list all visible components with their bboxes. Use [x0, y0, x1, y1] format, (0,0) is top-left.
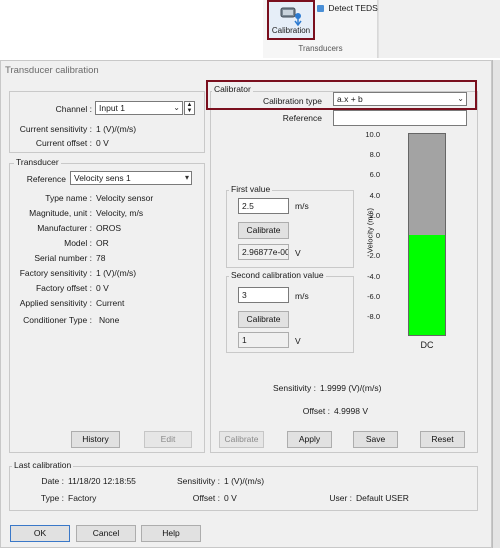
gauge-caption: DC — [420, 340, 434, 350]
current-offset-label: Current offset : — [35, 138, 92, 148]
last-calibration-group — [9, 466, 478, 511]
window-edge — [492, 60, 500, 548]
gauge-tick-label: -8.0 — [367, 312, 380, 321]
last-offset-label: Offset : — [192, 493, 220, 503]
factory-sensitivity-value: 1 (V)/(m/s) — [96, 268, 137, 278]
gauge-tick-label: 8.0 — [369, 150, 380, 159]
calibration-ribbon-label: Calibration — [271, 26, 311, 35]
manufacturer-value: OROS — [96, 223, 122, 233]
second-value-input[interactable]: 3 — [238, 287, 289, 303]
last-date-value: 11/18/20 12:18:55 — [68, 476, 136, 486]
conditioner-type-value: None — [99, 315, 120, 325]
conditioner-type-label: Conditioner Type : — [23, 315, 92, 325]
second-result-value: 1 — [238, 332, 289, 348]
second-result-unit: V — [295, 336, 301, 346]
first-value-group-title: First value — [229, 184, 273, 194]
calibration-ribbon-button[interactable]: Calibration — [267, 0, 315, 40]
transducer-reference-label: Reference — [26, 174, 66, 184]
magnitude-unit-label: Magnitude, unit : — [29, 208, 92, 218]
last-date-label: Date : — [41, 476, 64, 486]
first-value-input[interactable]: 2.5 — [238, 198, 289, 214]
factory-offset-label: Factory offset : — [35, 283, 92, 293]
type-name-value: Velocity sensor — [96, 193, 154, 203]
type-name-label: Type name : — [45, 193, 92, 203]
channel-select-value: Input 1 — [99, 103, 125, 113]
detect-teds-icon — [317, 5, 324, 12]
applied-sensitivity-value: Current — [96, 298, 125, 308]
last-calibration-group-title: Last calibration — [12, 460, 74, 470]
channel-select[interactable]: Input 1 ⌄ — [95, 101, 183, 115]
detect-teds-button[interactable]: Detect TEDS — [317, 3, 378, 13]
calibrator-reference-input[interactable] — [333, 110, 467, 126]
ribbon-group-label: Transducers — [298, 44, 343, 53]
ok-button[interactable]: OK — [10, 525, 70, 542]
channel-label: Channel : — [55, 104, 92, 114]
second-value-group-title: Second calibration value — [229, 270, 326, 280]
magnitude-unit-value: Velocity, m/s — [96, 208, 144, 218]
help-button[interactable]: Help — [141, 525, 201, 542]
offset-value: 4.9998 V — [334, 406, 369, 416]
second-calibrate-button[interactable]: Calibrate — [238, 311, 289, 328]
first-value-unit: m/s — [295, 201, 309, 211]
spin-down-icon[interactable]: ▼ — [185, 108, 194, 114]
calibrate-action-button[interactable]: Calibrate — [219, 431, 264, 448]
apply-button[interactable]: Apply — [287, 431, 332, 448]
chevron-down-icon: ⌄ — [173, 103, 180, 112]
transducer-group-title: Transducer — [14, 157, 61, 167]
calibration-icon — [280, 7, 302, 26]
last-user-value: Default USER — [356, 493, 409, 503]
sensitivity-label: Sensitivity : — [273, 383, 316, 393]
last-type-label: Type : — [40, 493, 64, 503]
last-offset-value: 0 V — [224, 493, 237, 503]
calibrator-reference-label: Reference — [282, 113, 322, 123]
model-label: Model : — [64, 238, 92, 248]
gauge-tick-label: 0 — [375, 231, 380, 240]
current-offset-value: 0 V — [96, 138, 109, 148]
factory-offset-value: 0 V — [96, 283, 109, 293]
factory-sensitivity-label: Factory sensitivity : — [19, 268, 92, 278]
gauge-tick-label: 10.0 — [365, 130, 380, 139]
last-user-label: User : — [329, 493, 352, 503]
serial-number-value: 78 — [96, 253, 106, 263]
history-button[interactable]: History — [71, 431, 120, 448]
offset-label: Offset : — [302, 406, 330, 416]
current-sensitivity-value: 1 (V)/(m/s) — [96, 124, 137, 134]
detect-teds-label: Detect TEDS — [328, 3, 378, 13]
velocity-gauge — [408, 133, 446, 336]
manufacturer-label: Manufacturer : — [37, 223, 92, 233]
cancel-button[interactable]: Cancel — [76, 525, 136, 542]
transducer-reference-value: Velocity sens 1 — [74, 173, 131, 183]
first-result-unit: V — [295, 248, 301, 258]
second-value-unit: m/s — [295, 291, 309, 301]
last-sensitivity-value: 1 (V)/(m/s) — [224, 476, 265, 486]
save-button[interactable]: Save — [353, 431, 398, 448]
dialog-title: Transducer calibration — [5, 65, 99, 76]
transducer-group — [9, 163, 205, 453]
gauge-tick-label: -2.0 — [367, 251, 380, 260]
sensitivity-value: 1.9999 (V)/(m/s) — [320, 383, 382, 393]
current-sensitivity-label: Current sensitivity : — [19, 124, 92, 134]
first-calibrate-button[interactable]: Calibrate — [238, 222, 289, 239]
ribbon-strip — [378, 0, 500, 58]
gauge-tick-label: 2.0 — [369, 211, 380, 220]
dropdown-arrow-icon: ▾ — [184, 173, 189, 182]
last-type-value: Factory — [68, 493, 97, 503]
gauge-tick-label: -6.0 — [367, 292, 380, 301]
gauge-tick-label: 4.0 — [369, 191, 380, 200]
channel-spinner[interactable]: ▲ ▼ — [184, 101, 195, 115]
model-value: OR — [96, 238, 109, 248]
calibrator-highlight — [206, 80, 477, 110]
serial-number-label: Serial number : — [34, 253, 92, 263]
gauge-tick-label: 6.0 — [369, 170, 380, 179]
last-sensitivity-label: Sensitivity : — [177, 476, 220, 486]
ribbon: Calibration Detect TEDS Transducers — [0, 0, 500, 58]
gauge-tick-label: -4.0 — [367, 272, 380, 281]
edit-button[interactable]: Edit — [144, 431, 192, 448]
transducer-reference-select[interactable]: Velocity sens 1 ▾ — [70, 171, 192, 185]
reset-button[interactable]: Reset — [420, 431, 465, 448]
first-result-value: 2.96877e-005 — [238, 244, 289, 260]
applied-sensitivity-label: Applied sensitivity : — [19, 298, 92, 308]
velocity-gauge-fill — [409, 234, 445, 335]
